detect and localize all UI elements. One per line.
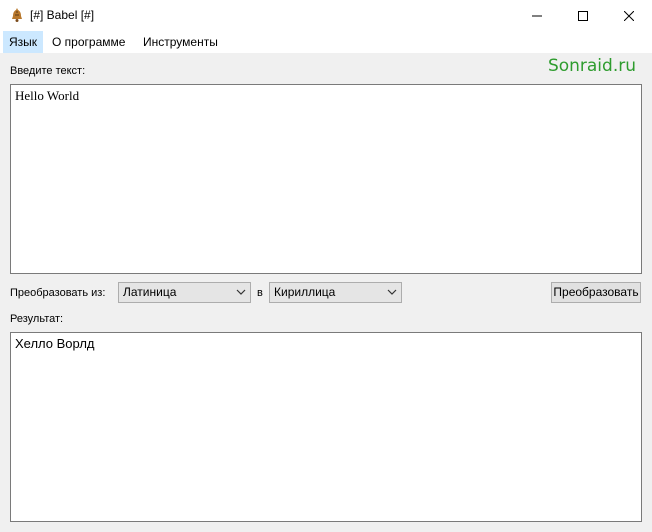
menu-item-about[interactable]: О программе [46,31,131,53]
chevron-down-icon [387,289,397,295]
input-label: Введите текст: [10,65,86,77]
source-script-value: Латиница [123,285,177,299]
close-icon [624,10,634,21]
menu-item-tools[interactable]: Инструменты [137,31,224,53]
source-script-select[interactable]: Латиница [118,282,251,303]
brand-watermark: Sonraid.ru [547,56,636,76]
menu-item-language[interactable]: Язык [3,31,44,53]
result-label: Результат: [10,313,64,325]
target-script-select[interactable]: Кириллица [269,282,402,303]
menu-bar: Язык О программе Инструменты [0,31,652,53]
bell-icon [12,8,22,22]
output-text-area[interactable]: Хелло Ворлд [10,332,642,522]
convert-to-label: в [257,287,263,299]
convert-button[interactable]: Преобразовать [551,282,641,303]
title-bar: [#] Babel [#] [0,0,652,31]
close-button[interactable] [606,0,652,31]
minimize-button[interactable] [514,0,560,31]
target-script-value: Кириллица [274,285,336,299]
input-text-area[interactable]: Hello World [10,84,642,274]
maximize-button[interactable] [560,0,606,31]
window-title: [#] Babel [#] [30,8,95,22]
maximize-icon [578,10,588,21]
minimize-icon [532,15,542,16]
chevron-down-icon [236,289,246,295]
convert-from-label: Преобразовать из: [10,287,106,299]
